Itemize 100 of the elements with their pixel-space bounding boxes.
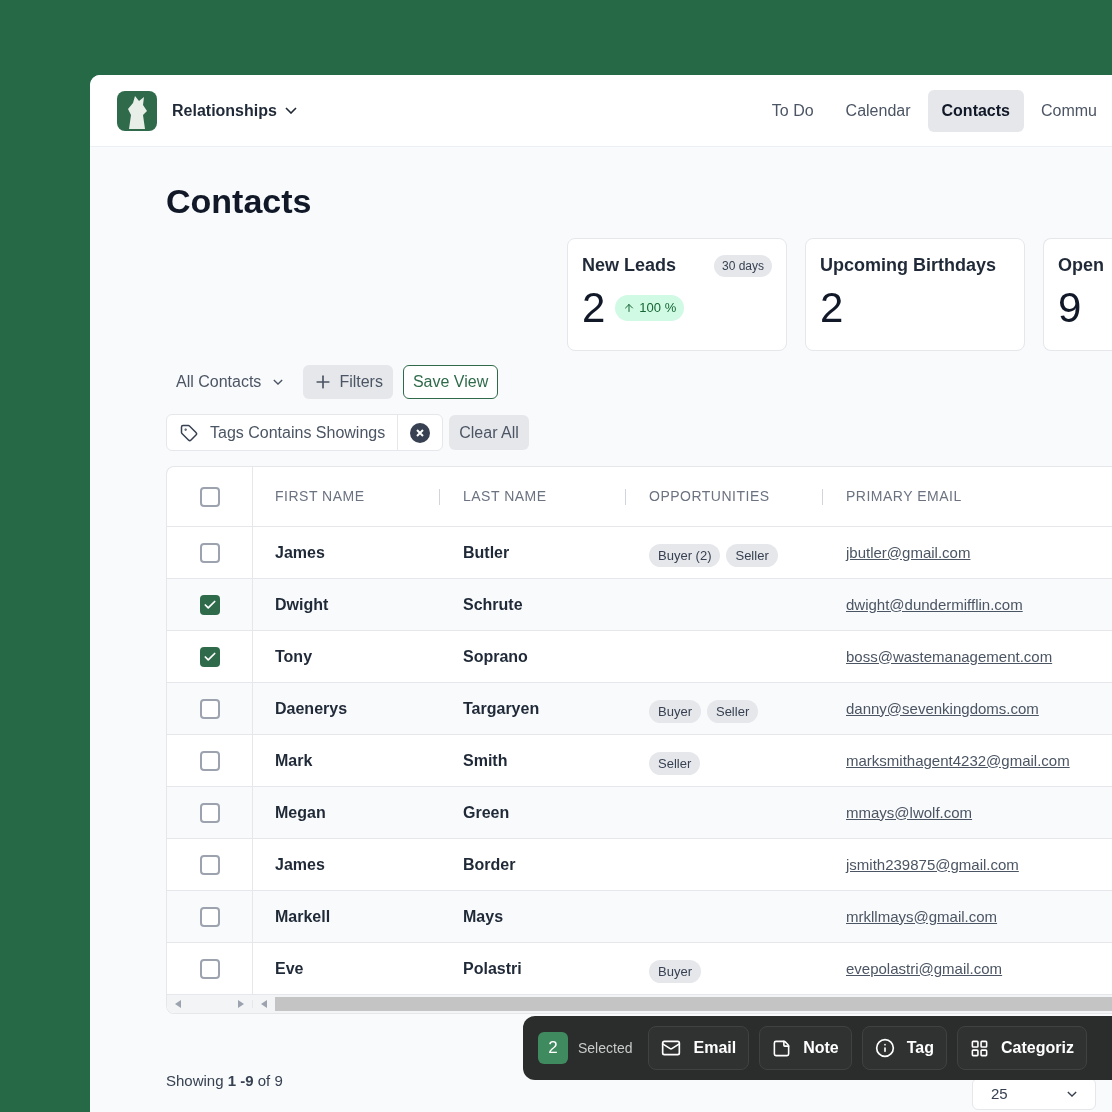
last-name: Schrute: [463, 595, 523, 613]
first-name: Tony: [275, 647, 313, 665]
stat-title: Upcoming Birthdays: [820, 254, 997, 277]
bulk-action-button[interactable]: Categoriz: [957, 1026, 1087, 1070]
first-name: James: [275, 543, 325, 561]
column-header[interactable]: PRIMARY EMAIL: [846, 486, 962, 507]
period-label: 30 days: [713, 254, 772, 277]
first-name: Markell: [275, 907, 331, 925]
bulk-action-button[interactable]: Note: [759, 1026, 852, 1070]
stat-title: New Leads: [582, 254, 677, 277]
checkbox[interactable]: [199, 486, 220, 507]
selected-count: 2: [538, 1032, 568, 1064]
first-name: James: [275, 855, 325, 873]
email-link[interactable]: jsmith239875@gmail.com: [846, 855, 1019, 873]
opportunity-tag: Buyer (2): [649, 543, 721, 568]
scroll-left-icon[interactable]: [175, 1000, 181, 1008]
grid-icon: [970, 1038, 989, 1058]
bulk-action-button[interactable]: Tag: [861, 1026, 947, 1070]
save-view-button[interactable]: Save View: [402, 365, 499, 399]
clear-all-button[interactable]: Clear All: [449, 415, 529, 450]
chevron-down-icon: [273, 379, 284, 385]
checkbox[interactable]: [199, 750, 220, 771]
last-name: Green: [463, 803, 510, 821]
table-row[interactable]: James Border jsmith239875@gmail.com: [167, 839, 1112, 891]
selected-label: Selected: [578, 1038, 633, 1058]
page-title: Contacts: [166, 181, 312, 221]
email-link[interactable]: mrkllmays@gmail.com: [846, 907, 998, 925]
info-icon: [874, 1038, 895, 1058]
mail-icon: [661, 1038, 682, 1058]
opportunity-tag: Buyer: [649, 699, 701, 724]
filter-label: Tags Contains Showings: [210, 422, 386, 443]
chevron-down-icon: [284, 107, 297, 114]
scroll-right-icon[interactable]: [238, 1000, 244, 1008]
column-header[interactable]: FIRST NAME: [275, 486, 365, 507]
stat-value: 2: [820, 285, 844, 331]
table-row[interactable]: Markell Mays mrkllmays@gmail.com: [167, 891, 1112, 943]
nav-tab[interactable]: Calendar: [830, 89, 926, 132]
horizontal-scrollbar[interactable]: [167, 995, 1112, 1013]
arrow-up-icon: [623, 302, 636, 314]
stat-value: 2: [582, 285, 606, 331]
checkbox[interactable]: [199, 906, 220, 927]
wolf-logo-icon: [117, 90, 157, 131]
checkbox[interactable]: [199, 802, 220, 823]
table-row[interactable]: Mark Smith Seller marksmithagent4232@gmail.com: [167, 735, 1112, 787]
scrollbar-thumb[interactable]: [275, 997, 1112, 1011]
filter-chip[interactable]: Tags Contains Showings: [166, 414, 444, 451]
checkbox[interactable]: [199, 542, 220, 563]
checkbox[interactable]: [199, 854, 220, 875]
email-link[interactable]: dwight@dundermifflin.com: [846, 595, 1023, 613]
last-name: Smith: [463, 751, 508, 769]
nav-tab[interactable]: Commu: [1026, 89, 1112, 132]
table-row[interactable]: Dwight Schrute dwight@dundermifflin.com: [167, 579, 1112, 631]
last-name: Targaryen: [463, 699, 540, 717]
opportunity-tag: Seller: [649, 751, 701, 776]
last-name: Butler: [463, 543, 510, 561]
last-name: Mays: [463, 907, 504, 925]
note-icon: [772, 1038, 792, 1058]
filters-button[interactable]: Filters: [303, 365, 393, 399]
checkbox[interactable]: [199, 698, 220, 719]
bulk-action-button[interactable]: Email: [648, 1026, 750, 1070]
first-name: Eve: [275, 959, 304, 977]
opportunity-tag: Buyer: [649, 959, 701, 984]
nav-tab[interactable]: Contacts: [927, 89, 1024, 132]
view-dropdown[interactable]: All Contacts: [166, 365, 294, 399]
table-row[interactable]: Tony Soprano boss@wastemanagement.com: [167, 631, 1112, 683]
email-link[interactable]: evepolastri@gmail.com: [846, 959, 1003, 977]
scroll-left-icon[interactable]: [261, 1000, 267, 1008]
showing-count: Showing 1 -9 of 9: [166, 1070, 283, 1091]
first-name: Mark: [275, 751, 313, 769]
table-row[interactable]: James Butler Buyer (2) Seller jbutler@gmail.com: [167, 527, 1112, 579]
opportunity-tag: Seller: [726, 543, 778, 568]
stat-title: Open: [1058, 254, 1104, 277]
last-name: Polastri: [463, 959, 522, 977]
checkbox[interactable]: [199, 646, 220, 667]
stat-value: 9: [1058, 285, 1082, 331]
change-pill: 100 %: [615, 295, 685, 321]
checkbox[interactable]: [199, 958, 220, 979]
app-switcher[interactable]: Relationships: [172, 98, 297, 123]
tag-icon: [180, 423, 198, 442]
remove-icon[interactable]: [410, 422, 431, 443]
first-name: Megan: [275, 803, 326, 821]
page-size-select[interactable]: 25: [972, 1078, 1096, 1110]
last-name: Soprano: [463, 647, 528, 665]
column-header[interactable]: LAST NAME: [463, 486, 547, 507]
table-row[interactable]: Megan Green mmays@lwolf.com: [167, 787, 1112, 839]
column-header[interactable]: OPPORTUNITIES: [649, 486, 770, 507]
nav-tab[interactable]: To Do: [756, 89, 829, 132]
email-link[interactable]: marksmithagent4232@gmail.com: [846, 751, 1070, 769]
first-name: Daenerys: [275, 699, 348, 717]
table-row[interactable]: Eve Polastri Buyer evepolastri@gmail.com: [167, 943, 1112, 995]
opportunity-tag: Seller: [706, 699, 759, 724]
email-link[interactable]: mmays@lwolf.com: [846, 803, 973, 821]
last-name: Border: [463, 855, 516, 873]
table-row[interactable]: Daenerys Targaryen Buyer Seller danny@sevenkingdoms.com: [167, 683, 1112, 735]
chevron-down-icon: [1067, 1091, 1077, 1097]
email-link[interactable]: boss@wastemanagement.com: [846, 647, 1053, 665]
email-link[interactable]: jbutler@gmail.com: [846, 543, 971, 561]
checkbox[interactable]: [199, 594, 220, 615]
first-name: Dwight: [275, 595, 329, 613]
email-link[interactable]: danny@sevenkingdoms.com: [846, 699, 1039, 717]
